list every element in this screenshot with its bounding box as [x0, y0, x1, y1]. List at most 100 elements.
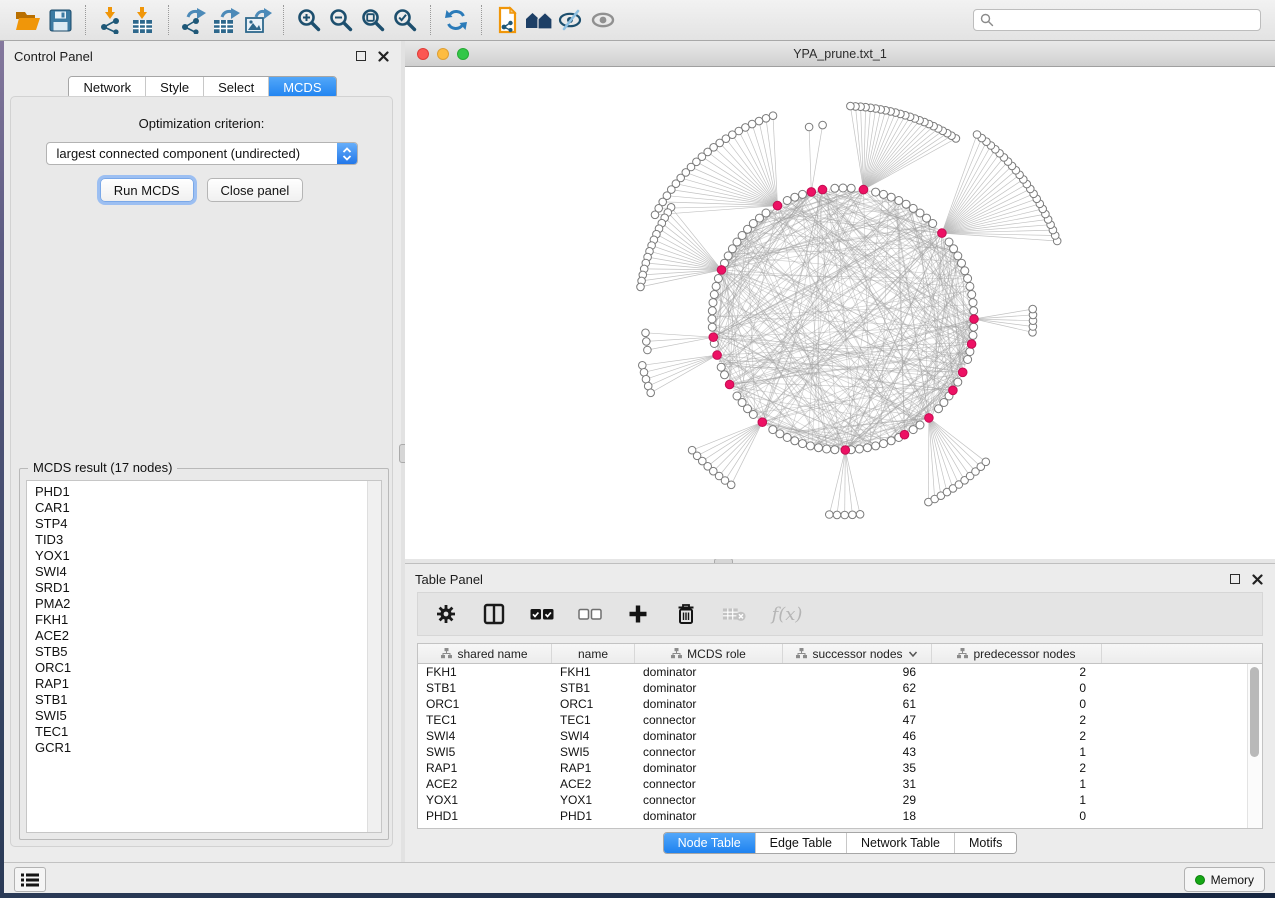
network-node[interactable]	[637, 283, 645, 291]
network-node[interactable]	[791, 193, 799, 201]
zoom-in-icon[interactable]	[293, 5, 325, 35]
mcds-result-item[interactable]: STP4	[35, 516, 373, 532]
zoom-selected-icon[interactable]	[389, 5, 421, 35]
network-node[interactable]	[872, 442, 880, 450]
tab-style[interactable]: Style	[145, 77, 203, 98]
network-node[interactable]	[639, 362, 647, 370]
run-mcds-button[interactable]: Run MCDS	[100, 178, 194, 202]
network-node[interactable]	[973, 131, 981, 139]
network-node[interactable]	[762, 115, 770, 123]
mcds-result-item[interactable]: SRD1	[35, 580, 373, 596]
network-node[interactable]	[710, 291, 718, 299]
export-network-icon[interactable]	[178, 5, 210, 35]
mcds-node[interactable]	[725, 380, 734, 389]
function-builder-icon[interactable]: f(x)	[770, 602, 804, 626]
mcds-result-item[interactable]: PMA2	[35, 596, 373, 612]
network-node[interactable]	[969, 331, 977, 339]
network-node[interactable]	[887, 437, 895, 445]
mcds-node[interactable]	[818, 185, 827, 194]
table-row-ACE2[interactable]: ACE2ACE2connector311	[418, 776, 1262, 792]
delete-column-icon[interactable]	[674, 602, 698, 626]
scrollbar-thumb[interactable]	[1250, 667, 1259, 757]
mcds-result-item[interactable]: STB1	[35, 692, 373, 708]
table-row-TEC1[interactable]: TEC1TEC1connector472	[418, 712, 1262, 728]
column-header-successor-nodes[interactable]: successor nodes	[783, 644, 932, 663]
network-node[interactable]	[712, 282, 720, 290]
network-node[interactable]	[783, 434, 791, 442]
network-node[interactable]	[769, 112, 777, 120]
save-session-icon[interactable]	[44, 5, 76, 35]
mcds-node[interactable]	[900, 430, 909, 439]
close-panel-button[interactable]: Close panel	[207, 178, 304, 202]
tab-mcds[interactable]: MCDS	[268, 77, 335, 98]
network-node[interactable]	[864, 444, 872, 452]
mcds-result-item[interactable]: SWI5	[35, 708, 373, 724]
network-node[interactable]	[841, 511, 849, 519]
mcds-node[interactable]	[758, 418, 767, 427]
zoom-fit-icon[interactable]	[357, 5, 389, 35]
zoom-out-icon[interactable]	[325, 5, 357, 35]
mcds-node[interactable]	[925, 414, 934, 423]
network-node[interactable]	[651, 211, 659, 219]
network-node[interactable]	[887, 193, 895, 201]
tab-edge-table[interactable]: Edge Table	[755, 833, 846, 853]
mcds-node[interactable]	[713, 351, 722, 360]
network-node[interactable]	[969, 299, 977, 307]
export-image-icon[interactable]	[242, 5, 274, 35]
tab-node-table[interactable]: Node Table	[664, 833, 755, 853]
table-row-SWI5[interactable]: SWI5SWI5connector431	[418, 744, 1262, 760]
network-node[interactable]	[769, 426, 777, 434]
network-node[interactable]	[727, 481, 735, 489]
column-header-shared-name[interactable]: shared name	[418, 644, 552, 663]
mcds-result-item[interactable]: TEC1	[35, 724, 373, 740]
table-row-PHD1[interactable]: PHD1PHD1dominator180	[418, 808, 1262, 824]
network-node[interactable]	[799, 440, 807, 448]
mcds-node[interactable]	[967, 340, 976, 349]
network-node[interactable]	[902, 200, 910, 208]
network-node[interactable]	[966, 282, 974, 290]
table-settings-icon[interactable]	[434, 602, 458, 626]
maximize-window-icon[interactable]	[457, 48, 469, 60]
network-graph-canvas[interactable]	[405, 67, 1275, 559]
mcds-result-list[interactable]: PHD1CAR1STP4TID3YOX1SWI4SRD1PMA2FKH1ACE2…	[26, 480, 382, 833]
network-node[interactable]	[708, 315, 716, 323]
network-snapshot-icon[interactable]	[491, 5, 523, 35]
deselect-all-columns-icon[interactable]	[578, 602, 602, 626]
network-node[interactable]	[954, 378, 962, 386]
network-node[interactable]	[714, 275, 722, 283]
network-node[interactable]	[819, 121, 827, 129]
mcds-node[interactable]	[938, 229, 947, 238]
search-input[interactable]	[973, 9, 1261, 31]
mcds-result-item[interactable]: RAP1	[35, 676, 373, 692]
network-node[interactable]	[791, 437, 799, 445]
network-node[interactable]	[644, 346, 652, 354]
network-node[interactable]	[880, 190, 888, 198]
mcds-result-item[interactable]: FKH1	[35, 612, 373, 628]
mcds-node[interactable]	[717, 266, 726, 275]
network-node[interactable]	[831, 184, 839, 192]
network-node[interactable]	[895, 197, 903, 205]
memory-button[interactable]: Memory	[1184, 867, 1265, 892]
mcds-node[interactable]	[970, 315, 979, 324]
mcds-node[interactable]	[949, 386, 958, 395]
minimize-window-icon[interactable]	[437, 48, 449, 60]
network-node[interactable]	[855, 445, 863, 453]
network-node[interactable]	[856, 511, 864, 519]
table-scrollbar[interactable]	[1247, 664, 1262, 828]
mcds-result-item[interactable]: GCR1	[35, 740, 373, 756]
import-network-icon[interactable]	[95, 5, 127, 35]
column-header-name[interactable]: name	[552, 644, 635, 663]
network-node[interactable]	[805, 123, 813, 131]
network-node[interactable]	[872, 188, 880, 196]
mcds-result-item[interactable]: CAR1	[35, 500, 373, 516]
table-row-STB1[interactable]: STB1STB1dominator620	[418, 680, 1262, 696]
network-node[interactable]	[721, 371, 729, 379]
network-node[interactable]	[783, 197, 791, 205]
network-node[interactable]	[849, 511, 857, 519]
close-window-icon[interactable]	[417, 48, 429, 60]
network-node[interactable]	[964, 275, 972, 283]
network-node[interactable]	[968, 291, 976, 299]
import-table-icon[interactable]	[127, 5, 159, 35]
network-node[interactable]	[647, 389, 655, 397]
add-column-icon[interactable]	[626, 602, 650, 626]
